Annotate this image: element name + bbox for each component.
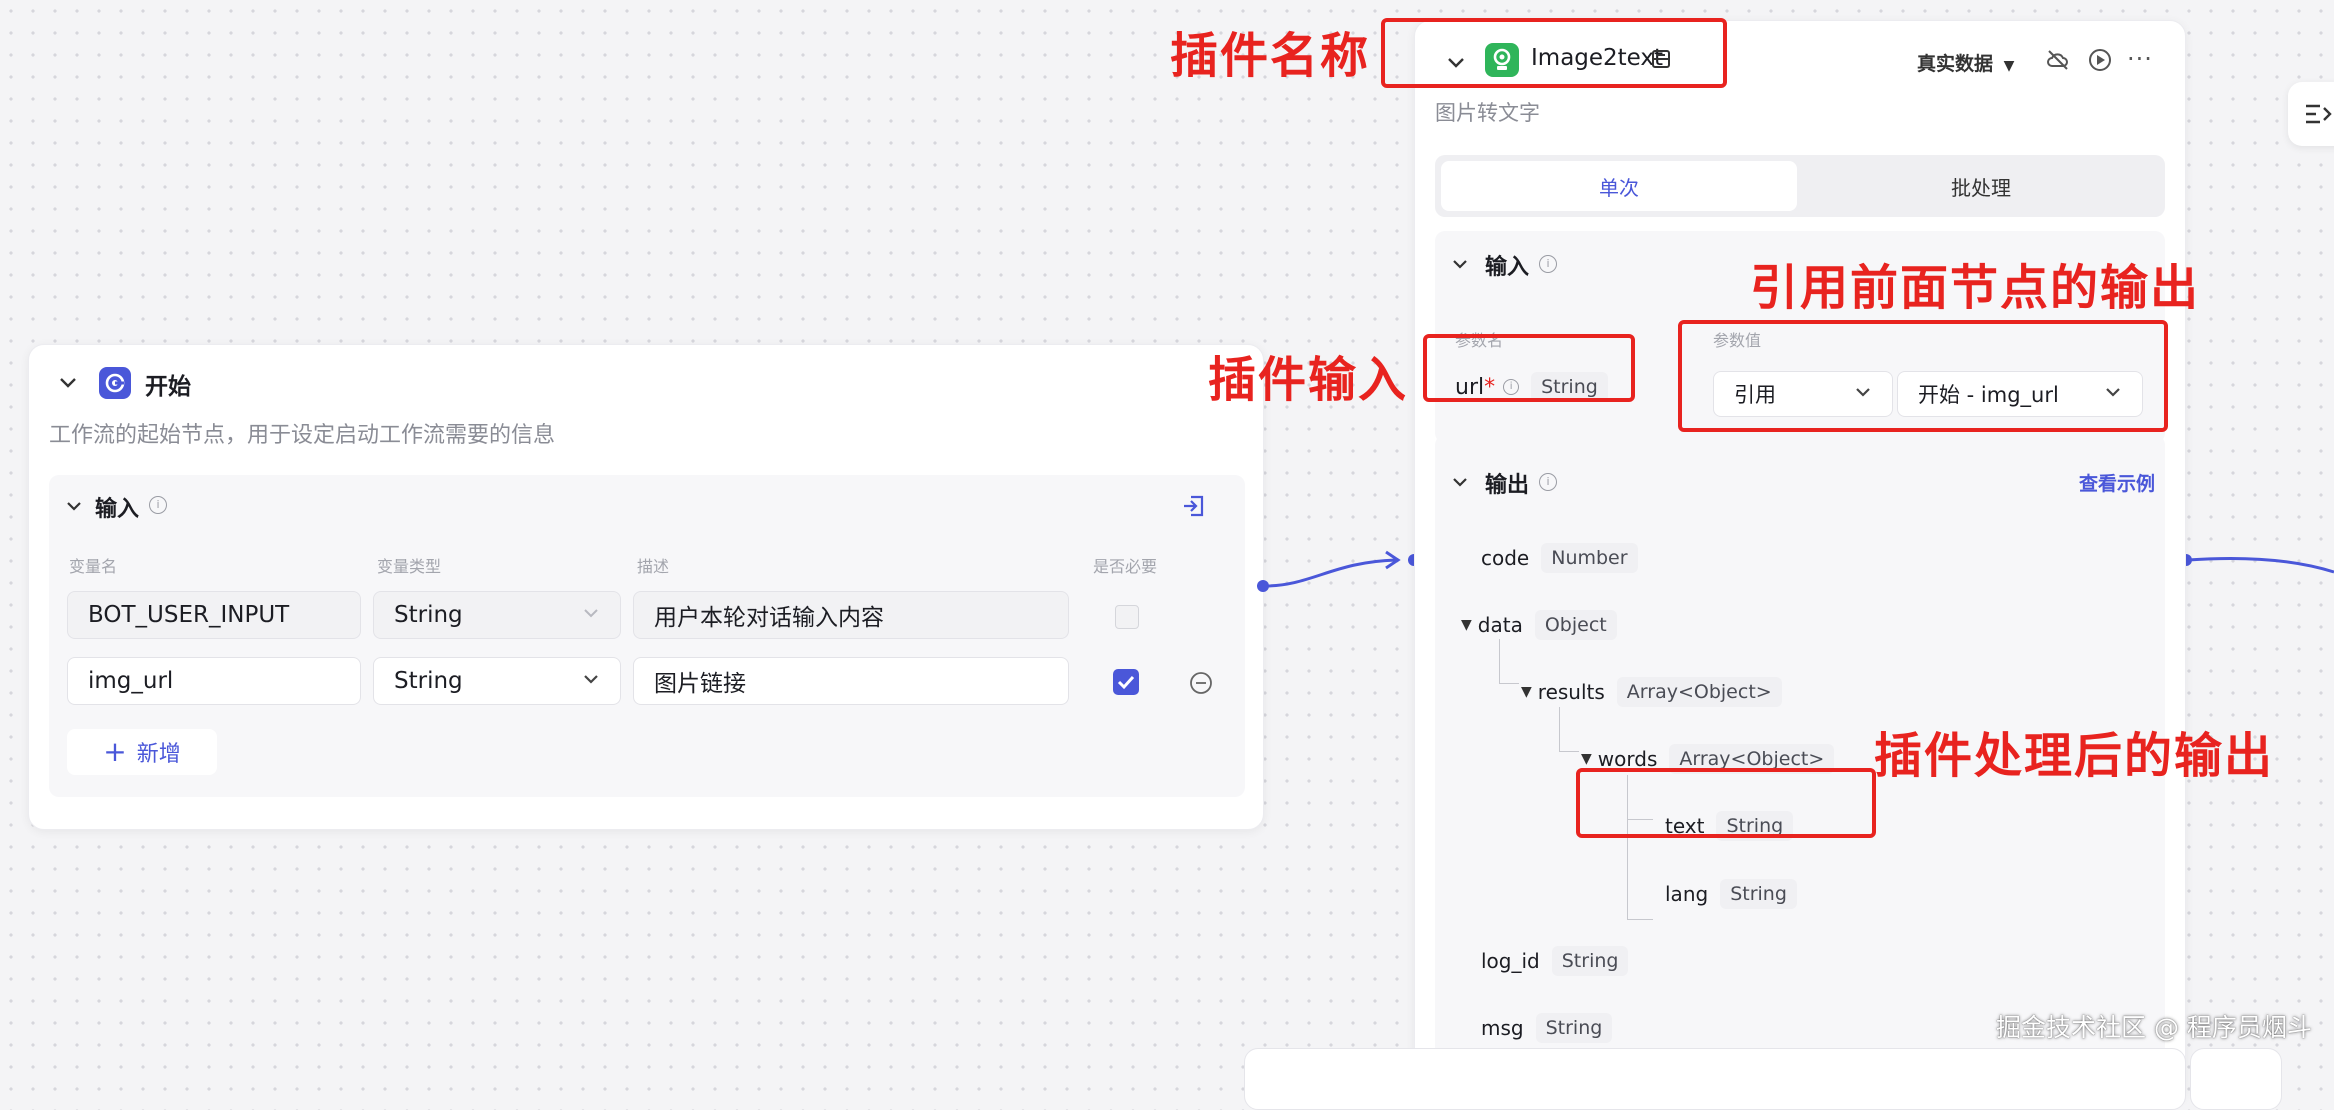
caret-down-icon: ▼ (2003, 58, 2015, 74)
field-name: code (1481, 546, 1530, 570)
plugin-node-card[interactable]: Image2text 真实数据 ▼ ··· 图片转文字 单次 批处理 输入 i … (1414, 20, 2186, 1102)
bottom-toolbar-right (2190, 1048, 2282, 1110)
info-icon: i (1539, 473, 1557, 491)
field-name: lang (1665, 882, 1709, 906)
caret-down-icon[interactable]: ▼ (1521, 684, 1532, 700)
variable-type-select: String (373, 591, 621, 639)
variable-desc-value: 图片链接 (654, 671, 746, 697)
view-example-link[interactable]: 查看示例 (2079, 469, 2155, 496)
variable-desc-value: 用户本轮对话输入内容 (654, 605, 884, 631)
col-header-required: 是否必要 (1093, 557, 1158, 576)
variable-name-value: img_url (88, 668, 174, 694)
output-section-title: 输出 (1485, 473, 1530, 498)
annotation-ref-output: 引用前面节点的输出 (1750, 260, 2201, 316)
field-name: results (1537, 680, 1605, 704)
data-mode-dropdown[interactable]: 真实数据 ▼ (1917, 49, 2014, 76)
plugin-node-description: 图片转文字 (1435, 101, 1540, 125)
field-type-tag: Number (1541, 543, 1638, 573)
input-section-chevron-icon[interactable] (1451, 255, 1469, 277)
panel-toggle-icon (2304, 102, 2334, 130)
annotation-box-plugin-input (1423, 334, 1635, 402)
tab-single[interactable]: 单次 (1441, 161, 1797, 211)
output-field-code: code Number (1481, 543, 1638, 573)
input-section-title: 输入 (1485, 255, 1530, 280)
field-type-tag: Array<Object> (1616, 677, 1782, 707)
more-options-icon[interactable]: ··· (2127, 45, 2153, 73)
tree-line (1499, 639, 1500, 683)
start-node-description: 工作流的起始节点，用于设定启动工作流需要的信息 (49, 423, 556, 448)
annotation-processed-output: 插件处理后的输出 (1874, 728, 2275, 784)
variable-name-field: BOT_USER_INPUT (67, 591, 361, 639)
field-type-tag: String (1551, 946, 1629, 976)
tree-line (1559, 751, 1579, 752)
add-variable-button[interactable]: + 新增 (67, 729, 217, 775)
variable-name-value: BOT_USER_INPUT (88, 602, 290, 628)
required-checkbox (1115, 605, 1139, 629)
add-variable-label: 新增 (136, 742, 181, 767)
output-section-chevron-icon[interactable] (1451, 473, 1469, 495)
connection-edge (1263, 550, 1401, 588)
caret-down-icon[interactable]: ▼ (1581, 751, 1592, 767)
start-node-title: 开始 (145, 374, 191, 400)
col-header-type: 变量类型 (377, 557, 442, 576)
info-icon: i (1539, 255, 1557, 273)
annotation-plugin-input: 插件输入 (1208, 352, 1409, 408)
field-name: data (1477, 613, 1523, 637)
start-node-card[interactable]: 开始 工作流的起始节点，用于设定启动工作流需要的信息 输入 i 变量名 变量类型… (28, 344, 1264, 830)
field-type-tag: String (1535, 1013, 1613, 1043)
plus-icon: + (103, 735, 127, 768)
start-node-icon (99, 367, 131, 399)
chevron-down-icon (582, 602, 600, 628)
variable-desc-field[interactable]: 图片链接 (633, 657, 1069, 705)
remove-row-icon[interactable] (1189, 671, 1213, 699)
run-icon[interactable] (2087, 47, 2113, 77)
start-input-section: 输入 i 变量名 变量类型 描述 是否必要 BOT_USER_INPUT Str… (49, 475, 1245, 797)
panel-toggle-button[interactable] (2288, 82, 2334, 146)
mode-tabs: 单次 批处理 (1435, 155, 2165, 217)
field-name: msg (1481, 1016, 1524, 1040)
tree-line (1499, 683, 1519, 684)
col-header-desc: 描述 (637, 557, 670, 576)
output-field-results[interactable]: ▼ results Array<Object> (1521, 677, 1782, 707)
variable-type-select[interactable]: String (373, 657, 621, 705)
bottom-toolbar (1244, 1048, 2186, 1110)
variable-name-field[interactable]: img_url (67, 657, 361, 705)
variable-type-value: String (394, 668, 463, 694)
input-section-chevron-icon[interactable] (65, 497, 83, 519)
field-type-tag: String (1720, 879, 1797, 909)
annotation-box-plugin-name (1381, 18, 1727, 88)
output-field-msg: msg String (1481, 1013, 1613, 1043)
field-type-tag: Object (1534, 610, 1617, 640)
annotation-box-processed-output (1576, 768, 1876, 838)
output-field-lang: lang String (1665, 879, 1797, 909)
collapse-chevron-icon[interactable] (57, 371, 79, 398)
tree-line (1559, 707, 1560, 751)
tree-line (1627, 919, 1653, 920)
tab-batch[interactable]: 批处理 (1803, 161, 2159, 211)
required-checkbox[interactable] (1113, 669, 1139, 695)
chevron-down-icon (582, 668, 600, 694)
tab-single-label: 单次 (1599, 175, 1639, 200)
field-name: log_id (1481, 949, 1540, 973)
input-section-title: 输入 (95, 497, 140, 522)
caret-down-icon[interactable]: ▼ (1461, 617, 1472, 633)
output-field-log-id: log_id String (1481, 946, 1629, 976)
outgoing-edge (2187, 557, 2334, 574)
output-field-data[interactable]: ▼ data Object (1461, 610, 1617, 640)
tab-batch-label: 批处理 (1951, 175, 2011, 200)
annotation-plugin-name: 插件名称 (1170, 28, 1371, 84)
watermark: 掘金技术社区 @ 程序员烟斗 (1996, 1013, 2312, 1042)
variable-type-value: String (394, 602, 463, 628)
annotation-box-ref-output (1678, 320, 2168, 432)
data-mode-label: 真实数据 (1917, 53, 1994, 75)
input-import-icon[interactable] (1181, 493, 1207, 523)
info-icon: i (149, 496, 167, 514)
col-header-name: 变量名 (69, 557, 118, 576)
no-cloud-icon[interactable] (2045, 47, 2071, 77)
variable-desc-field: 用户本轮对话输入内容 (633, 591, 1069, 639)
